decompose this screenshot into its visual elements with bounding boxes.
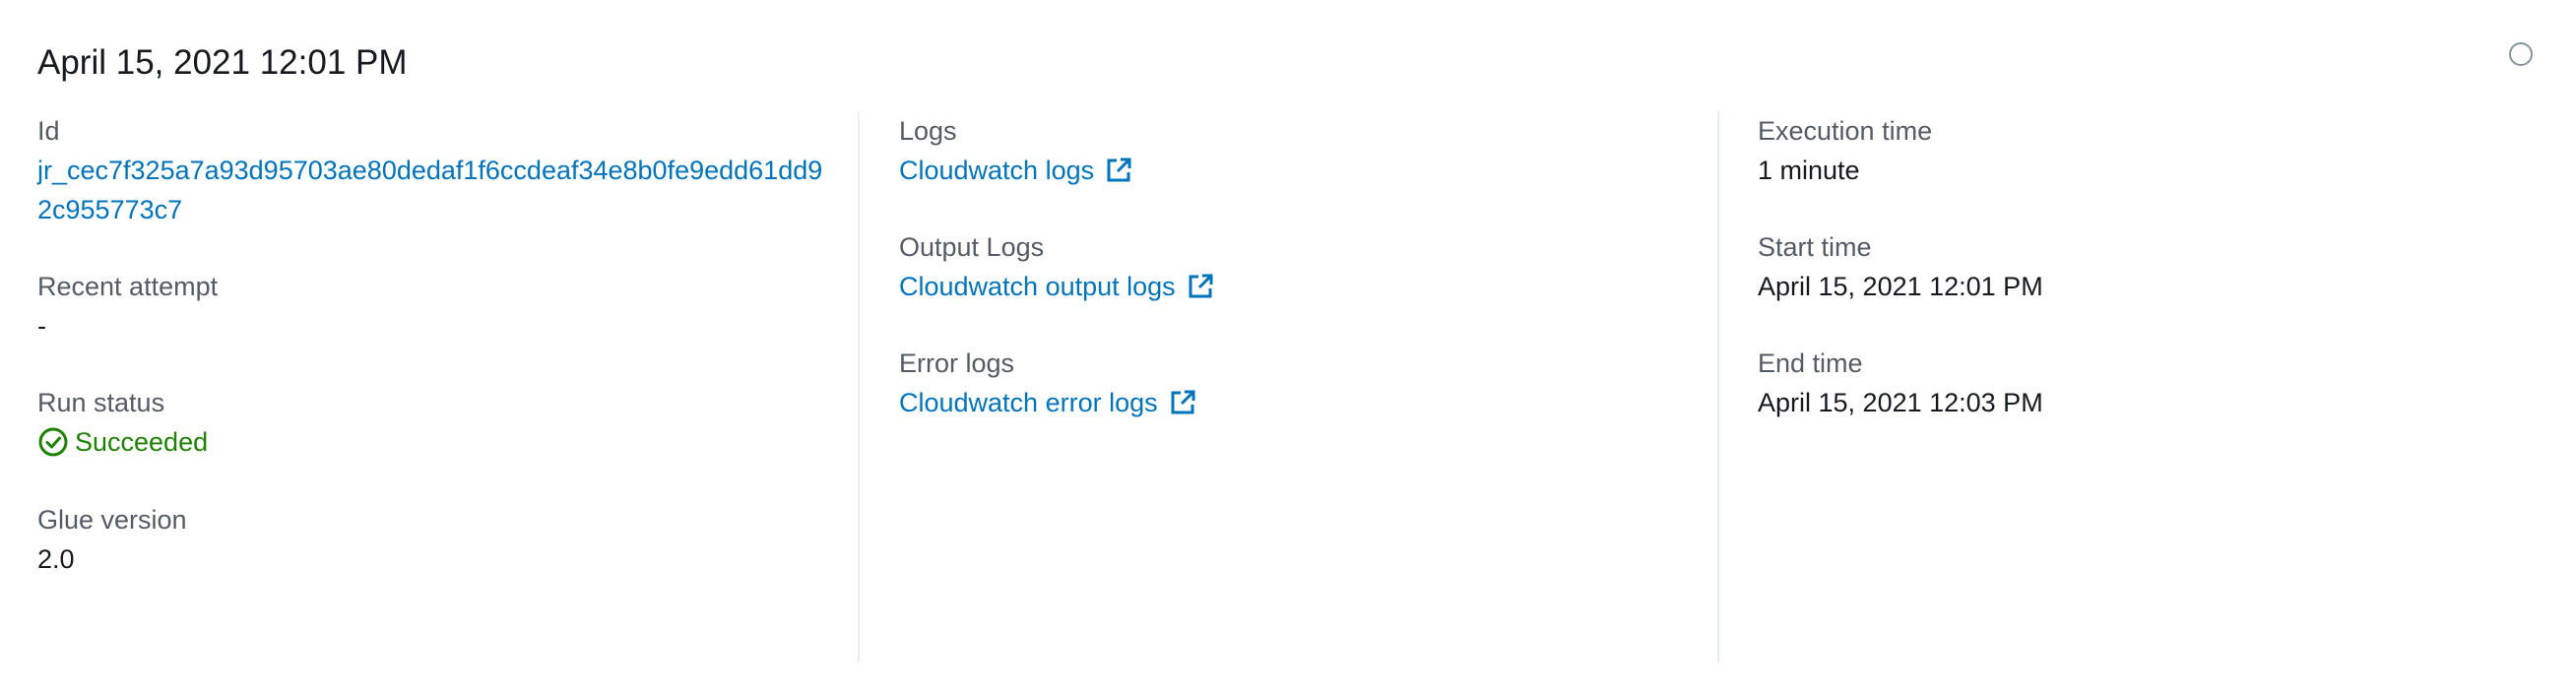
end-time-value: April 15, 2021 12:03 PM [1758, 388, 2043, 417]
run-id-link[interactable]: jr_cec7f325a7a93d95703ae80dedaf1f6ccdeaf… [37, 151, 825, 229]
check-circle-icon [38, 427, 68, 457]
external-link-icon [1189, 274, 1213, 298]
details-column-3: Execution time 1 minute Start time April… [1758, 111, 2545, 663]
start-time-value: April 15, 2021 12:01 PM [1758, 272, 2043, 301]
end-time-label: End time [1758, 348, 1863, 378]
error-logs-label: Error logs [899, 348, 1015, 378]
column-divider [1717, 111, 1719, 663]
run-status-value: Succeeded [75, 427, 209, 457]
field-glue-version: Glue version 2.0 [37, 500, 825, 579]
recent-attempt-label: Recent attempt [37, 272, 219, 301]
field-id: Id jr_cec7f325a7a93d95703ae80dedaf1f6ccd… [37, 111, 825, 229]
field-logs: Logs Cloudwatch logs [899, 111, 1687, 190]
job-run-details-card: April 15, 2021 12:01 PM Id jr_cec7f325a7… [0, 0, 2576, 695]
status-badge: Succeeded [37, 422, 208, 462]
field-start-time: Start time April 15, 2021 12:01 PM [1758, 227, 2545, 306]
field-error-logs: Error logs Cloudwatch error logs [899, 344, 1687, 422]
recent-attempt-value: - [37, 311, 46, 341]
glue-version-label: Glue version [37, 505, 187, 535]
output-logs-label: Output Logs [899, 232, 1045, 262]
cloudwatch-logs-link-text: Cloudwatch logs [899, 156, 1095, 185]
field-run-status: Run status Succeeded [37, 383, 825, 463]
id-label: Id [37, 116, 60, 146]
cloudwatch-error-logs-link[interactable]: Cloudwatch error logs [899, 383, 1197, 422]
field-recent-attempt: Recent attempt - [37, 267, 825, 346]
execution-time-value: 1 minute [1758, 156, 1860, 185]
glue-version-value: 2.0 [37, 544, 75, 574]
logs-label: Logs [899, 116, 957, 146]
field-execution-time: Execution time 1 minute [1758, 111, 2545, 190]
external-link-icon [1107, 158, 1131, 182]
execution-time-label: Execution time [1758, 116, 1933, 146]
cloudwatch-output-logs-link-text: Cloudwatch output logs [899, 272, 1176, 301]
field-end-time: End time April 15, 2021 12:03 PM [1758, 344, 2545, 422]
select-radio-button[interactable] [2509, 42, 2533, 66]
cloudwatch-output-logs-link[interactable]: Cloudwatch output logs [899, 267, 1215, 306]
run-title: April 15, 2021 12:01 PM [37, 43, 408, 82]
start-time-label: Start time [1758, 232, 1872, 262]
details-column-1: Id jr_cec7f325a7a93d95703ae80dedaf1f6ccd… [37, 111, 825, 663]
cloudwatch-error-logs-link-text: Cloudwatch error logs [899, 388, 1158, 417]
external-link-icon [1171, 390, 1195, 414]
details-column-2: Logs Cloudwatch logs Output Logs Cloudwa… [899, 111, 1687, 663]
column-divider [858, 111, 860, 663]
run-status-label: Run status [37, 388, 165, 417]
cloudwatch-logs-link[interactable]: Cloudwatch logs [899, 151, 1133, 190]
field-output-logs: Output Logs Cloudwatch output logs [899, 227, 1687, 306]
